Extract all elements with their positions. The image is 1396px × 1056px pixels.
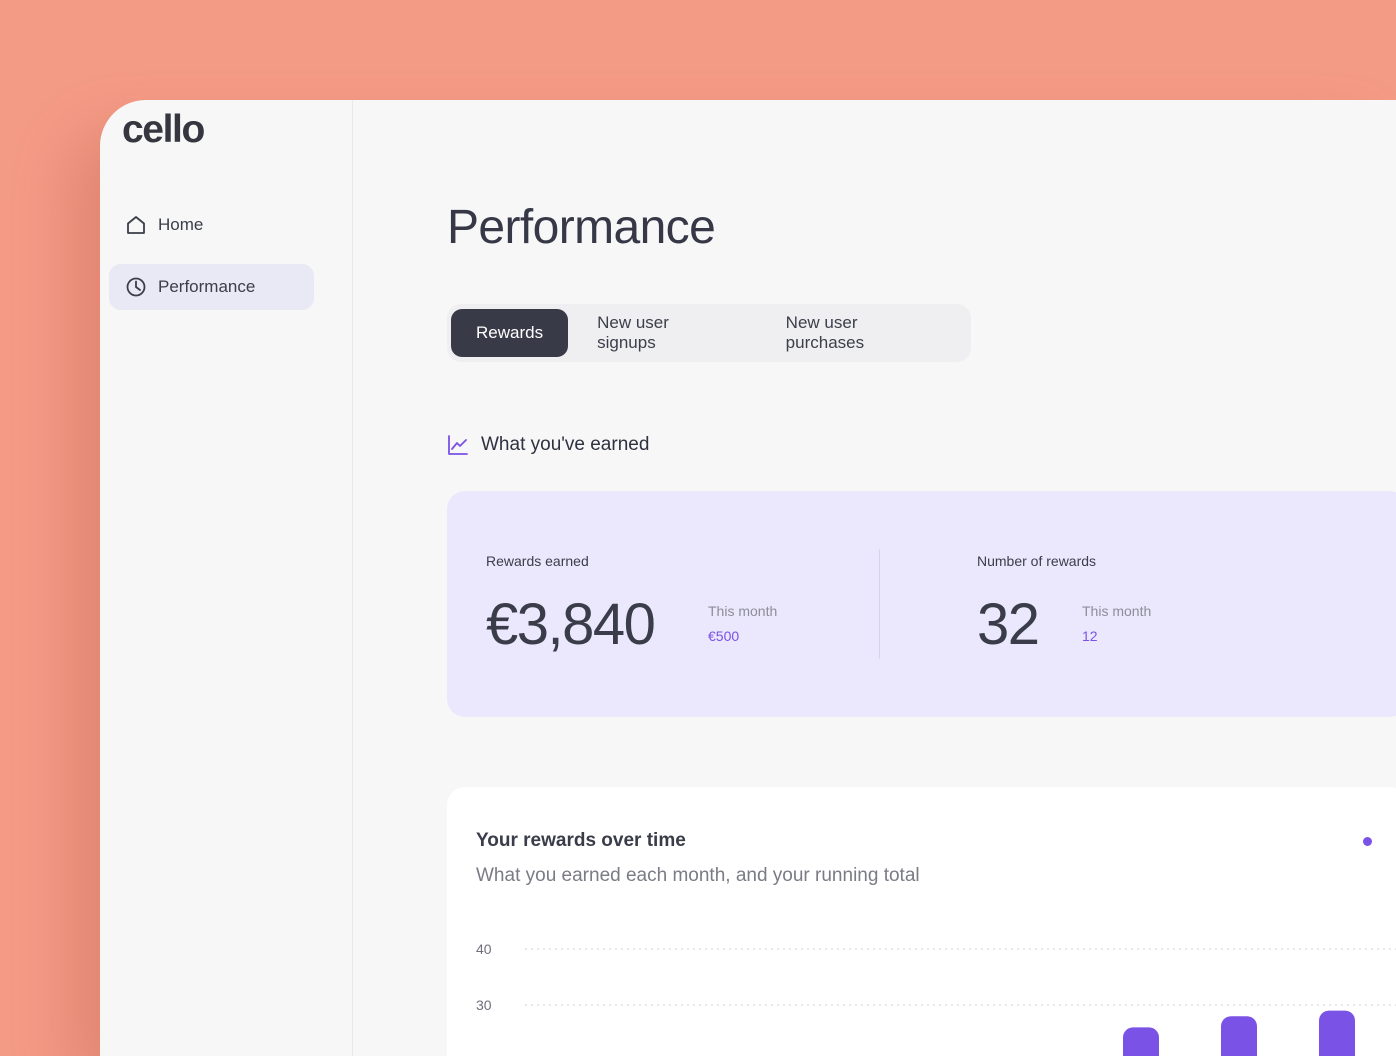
sidebar: cello Home Performance <box>100 100 353 1056</box>
stats-card: Rewards earned €3,840 This month €500 Nu… <box>447 491 1396 717</box>
rewards-earned-value: €3,840 <box>486 592 656 657</box>
main-content: Performance Rewards New user signups New… <box>353 100 1396 1056</box>
tab-bar: Rewards New user signups New user purcha… <box>447 304 971 362</box>
chart-bar[interactable] <box>1319 1010 1355 1056</box>
home-icon <box>125 214 147 236</box>
rewards-earned-stat: Rewards earned €3,840 This month €500 <box>486 553 777 657</box>
page-title: Performance <box>447 201 716 254</box>
sidebar-item-label: Home <box>158 215 204 234</box>
app-window: cello Home Performance Performance Rewar… <box>100 100 1396 1056</box>
y-tick-label: 40 <box>476 941 492 957</box>
tab-new-user-signups[interactable]: New user signups <box>568 309 759 357</box>
sidebar-item-performance[interactable]: Performance <box>109 264 314 310</box>
sidebar-item-home[interactable]: Home <box>109 202 314 248</box>
logo: cello <box>122 108 205 151</box>
count-this-month-label: This month <box>1082 603 1152 619</box>
section-heading-text: What you've earned <box>481 434 650 455</box>
number-of-rewards-stat: Number of rewards 32 This month 12 <box>977 553 1151 657</box>
y-tick-label: 30 <box>476 997 492 1013</box>
tab-new-user-purchases[interactable]: New user purchases <box>759 309 967 357</box>
chart-bar[interactable] <box>1123 1027 1159 1056</box>
sidebar-item-label: Performance <box>158 277 256 296</box>
tab-rewards[interactable]: Rewards <box>451 309 569 357</box>
rewards-chart-card: Your rewards over time What you earned e… <box>447 787 1396 1056</box>
number-of-rewards-value: 32 <box>977 592 1040 657</box>
pie-chart-icon <box>125 276 147 298</box>
rewards-this-month-value: €500 <box>708 628 740 644</box>
number-of-rewards-label: Number of rewards <box>977 553 1097 569</box>
earned-section-heading: What you've earned <box>447 434 649 456</box>
stats-divider <box>879 549 880 659</box>
chart-bar[interactable] <box>1221 1016 1257 1056</box>
rewards-this-month-label: This month <box>708 603 778 619</box>
count-this-month-value: 12 <box>1082 628 1098 644</box>
line-chart-icon <box>447 434 469 456</box>
rewards-chart: 40 30 <box>476 941 1396 1056</box>
rewards-earned-label: Rewards earned <box>486 553 589 569</box>
